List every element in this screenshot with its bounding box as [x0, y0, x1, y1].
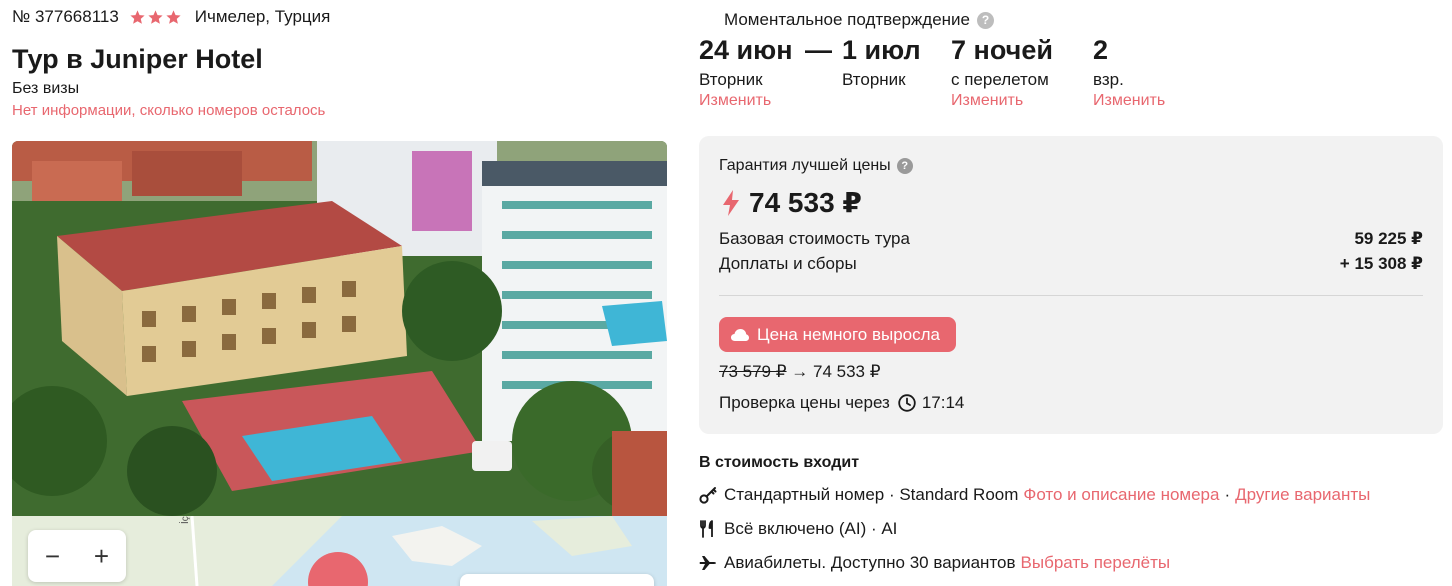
fees-value: + 15 308 ₽ — [1339, 254, 1423, 273]
meal-plan: Всё включено (AI) · AI — [724, 519, 898, 538]
question-icon[interactable]: ? — [977, 11, 995, 29]
start-date-weekday: Вторник — [699, 70, 763, 89]
cutlery-icon — [700, 520, 713, 538]
base-cost-value: 59 225 ₽ — [1354, 229, 1423, 248]
price-rise-label: Цена немного выросла — [757, 324, 941, 344]
guests-value: 2 — [1093, 35, 1109, 65]
hotel-photo[interactable] — [12, 141, 667, 516]
nights-flight-info: с перелетом — [951, 70, 1049, 89]
end-date-weekday: Вторник — [842, 70, 906, 89]
guarantee-label: Гарантия лучшей цены — [719, 157, 891, 174]
end-date-value: 1 июл — [842, 35, 921, 65]
total-price-value: 74 533 ₽ — [749, 187, 862, 218]
price-card: Гарантия лучшей цены ? 74 533 ₽ Базовая … — [699, 136, 1443, 434]
change-nights-link[interactable]: Изменить — [951, 92, 1053, 110]
price-check-timer: Проверка цены через 17:14 — [719, 393, 964, 413]
star-icon — [166, 9, 181, 24]
flights-info: Авиабилеты. Доступно 30 вариантов — [724, 553, 1016, 572]
best-price-guarantee: Гарантия лучшей цены ? — [719, 157, 913, 175]
hotel-meta: № 377668113 Ичмелер, Турция — [12, 7, 330, 27]
new-price: 74 533 ₽ — [813, 362, 881, 381]
instant-confirmation: Моментальное подтверждение ? — [724, 10, 995, 30]
zoom-out-button[interactable]: − — [45, 541, 60, 572]
instant-confirmation-label: Моментальное подтверждение — [724, 10, 971, 29]
hotel-photo-image — [12, 141, 667, 516]
separator: · — [1224, 485, 1231, 504]
include-meal: Всё включено (AI) · AI — [699, 519, 897, 539]
map-street-label: İçmeler Caddesi — [180, 516, 191, 524]
arrow-right-icon: → — [791, 362, 809, 381]
key-icon — [699, 487, 717, 504]
price-divider — [719, 295, 1423, 296]
hotel-map[interactable]: − + İçmeler Caddesi — [12, 516, 667, 586]
change-guests-link[interactable]: Изменить — [1093, 92, 1165, 110]
zoom-in-button[interactable]: + — [94, 541, 109, 572]
room-type: Стандартный номер · Standard Room — [724, 485, 1019, 504]
rooms-availability: Нет информации, сколько номеров осталось — [12, 102, 326, 119]
clock-icon — [898, 394, 916, 412]
start-date-value: 24 июн — [699, 35, 793, 65]
room-details-link[interactable]: Фото и описание номера — [1023, 485, 1219, 505]
plane-icon — [699, 556, 716, 570]
price-check-label: Проверка цены через — [719, 393, 890, 412]
page-title: Тур в Juniper Hotel — [12, 44, 263, 74]
date-range-dash: — — [805, 35, 832, 65]
map-info-card[interactable] — [460, 574, 654, 586]
visa-info: Без визы — [12, 80, 80, 97]
include-flights: Авиабилеты. Доступно 30 вариантов Выбрат… — [699, 553, 1170, 573]
star-icon — [130, 9, 145, 24]
fees-label: Доплаты и сборы — [719, 254, 857, 273]
trip-nights: 7 ночей с перелетом Изменить — [951, 34, 1053, 110]
tour-number: № 377668113 — [12, 7, 119, 26]
hotel-stars — [129, 9, 183, 26]
price-change: 73 579 ₽ → 74 533 ₽ — [719, 362, 881, 382]
lightning-icon — [723, 189, 739, 216]
other-rooms-link[interactable]: Другие варианты — [1235, 485, 1370, 505]
nights-value: 7 ночей — [951, 35, 1053, 65]
choose-flights-link[interactable]: Выбрать перелёты — [1021, 553, 1171, 573]
base-cost-label: Базовая стоимость тура — [719, 229, 910, 248]
total-price: 74 533 ₽ — [721, 186, 862, 219]
trip-start-date: 24 июн Вторник Изменить — [699, 34, 793, 110]
guests-type: взр. — [1093, 70, 1124, 89]
price-rise-badge: Цена немного выросла — [719, 317, 957, 352]
hotel-location: Ичмелер, Турция — [194, 7, 331, 26]
trip-end-date: 1 июл Вторник — [842, 34, 921, 90]
old-price: 73 579 ₽ — [719, 362, 787, 381]
map-zoom-controls: − + — [28, 530, 126, 582]
base-cost-row: Базовая стоимость тура 59 225 ₽ — [719, 229, 1423, 249]
question-icon[interactable]: ? — [896, 158, 913, 174]
includes-title: В стоимость входит — [699, 454, 860, 471]
include-room: Стандартный номер · Standard Room Фото и… — [699, 485, 1370, 505]
fees-row: Доплаты и сборы + 15 308 ₽ — [719, 254, 1423, 274]
price-check-time: 17:14 — [921, 393, 965, 412]
change-dates-link[interactable]: Изменить — [699, 92, 793, 110]
trip-guests: 2 взр. Изменить — [1093, 34, 1165, 110]
cloud-icon — [731, 328, 749, 341]
star-icon — [148, 9, 163, 24]
